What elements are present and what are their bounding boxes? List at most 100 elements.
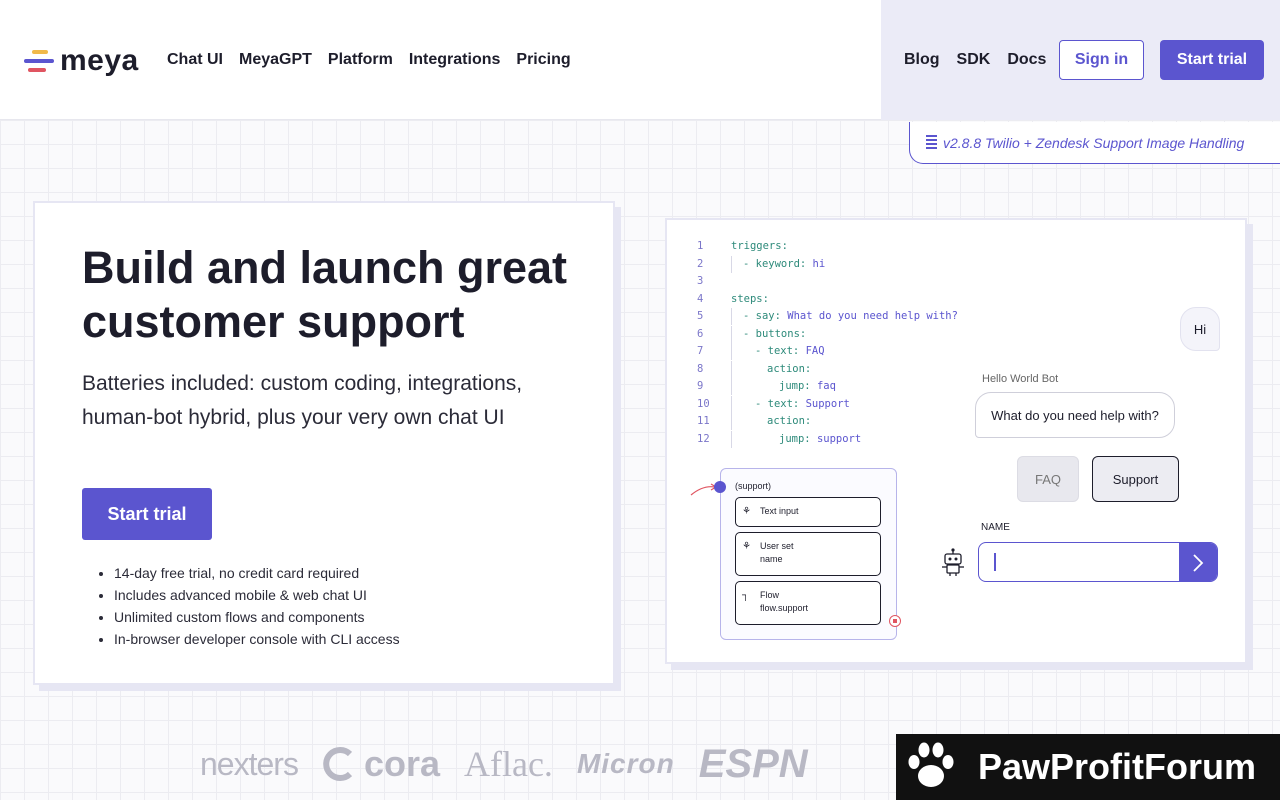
line-number: 8 [697,362,704,375]
code-key: - text: [755,345,800,357]
code-line: 10 - text: Support [697,395,958,414]
code-line: 9 jump: faq [697,378,958,396]
header-start-trial-button[interactable]: Start trial [1160,40,1264,80]
aux-nav: Blog SDK Docs [904,50,1046,70]
component-icon: ⚘ [742,541,751,552]
code-key: - keyword: [743,257,807,270]
code-key: jump: [779,380,811,392]
line-number: 11 [697,415,710,427]
release-banner[interactable]: v2.8.8 Twilio + Zendesk Support Image Ha… [909,122,1280,164]
code-line: 2 - keyword: hi [697,255,958,274]
list-item: 14-day free trial, no credit card requir… [114,562,400,584]
meya-logo[interactable]: meya [24,44,139,78]
list-item: In-browser developer console with CLI ac… [114,628,400,650]
flow-node-flow[interactable]: ┐ Flow flow.support [735,581,881,625]
code-line: 5 - say: What do you need help with? [697,308,958,326]
customer-logo-nexters: nexters [200,745,299,782]
flow-node-user-set[interactable]: ⚘ User set name [735,532,881,576]
code-key: action: [767,362,812,375]
code-line: 1 triggers: [697,238,958,256]
text-caret [994,553,996,571]
flow-title: (support) [735,481,772,491]
quick-reply-faq[interactable]: FAQ [1017,456,1079,502]
flow-node-label: User set [760,541,794,551]
watermark-banner: PawProfitForum [896,734,1280,800]
line-number: 10 [697,397,710,410]
code-editor: 1 triggers: 2 - keyword: hi 3 4 steps: 5 - sa… [697,238,958,448]
line-number: 3 [697,275,704,287]
code-value: FAQ [805,345,825,357]
flow-node-label: Flow [760,590,780,600]
line-number: 1 [697,240,704,252]
nav-chat-ui[interactable]: Chat UI [167,50,223,70]
code-value: hi [812,257,826,270]
line-number: 6 [697,327,704,340]
line-number: 4 [697,292,704,305]
flow-output-port [889,615,901,627]
component-icon: ⚘ [742,506,751,517]
customer-logo-aflac: Aflac. [463,744,553,784]
hero-lead: Batteries included: custom coding, integ… [82,372,523,429]
bot-name: Hello World Bot [982,373,1059,385]
flow-node-sub: flow.support [760,603,809,613]
user-message-bubble: Hi [1180,307,1220,351]
release-text: v2.8.8 Twilio + Zendesk Support Image Ha… [943,134,1245,151]
nav-blog[interactable]: Blog [904,50,940,70]
code-key: - text: [755,397,800,410]
paw-icon [908,742,954,787]
line-number: 5 [697,310,704,322]
bot-message-bubble: What do you need help with? [975,392,1175,438]
list-item: Unlimited custom flows and components [114,606,400,628]
customer-logo-micron: Micron [576,748,675,779]
code-line: 3 [697,273,958,291]
site-header: meya Chat UI MeyaGPT Platform Integratio… [0,0,1280,120]
cora-mark-icon [323,747,353,781]
customer-logo-cora: cora [322,743,440,785]
code-key: - say: [743,310,781,322]
code-line: 11 action: [697,413,958,431]
code-key: steps: [731,292,769,305]
robot-icon [942,548,964,576]
hero-start-trial-button[interactable]: Start trial [82,488,212,540]
nav-integrations[interactable]: Integrations [409,50,501,70]
code-line: 6 - buttons: [697,325,958,344]
code-key: action: [767,415,812,427]
logo-mark-icon [24,47,54,75]
document-icon [926,135,937,150]
code-line: 12 jump: support [697,430,958,449]
product-demo: 1 triggers: 2 - keyword: hi 3 4 steps: 5 - sa… [665,218,1247,664]
flow-node-sub: name [760,554,783,564]
logo-wordmark: meya [60,44,139,77]
code-value: What do you need help with? [787,310,958,322]
line-number: 2 [697,257,704,270]
customer-logos: nexters cora Aflac. Micron ESPN [200,740,832,788]
code-line: 4 steps: [697,291,958,309]
feature-list: 14-day free trial, no credit card requir… [114,562,400,650]
chevron-right-icon [1193,554,1204,572]
code-line: 7 - text: FAQ [697,343,958,361]
quick-reply-support[interactable]: Support [1092,456,1179,502]
hero-card: Build and launch great customer support … [33,201,615,685]
flow-input-port [714,481,726,493]
code-line: 8 action: [697,360,958,379]
send-button[interactable] [1179,543,1217,581]
flow-icon: ┐ [742,590,750,601]
line-number: 9 [697,380,704,392]
chat-input[interactable] [978,542,1218,582]
nav-docs[interactable]: Docs [1007,50,1046,70]
nav-meyagpt[interactable]: MeyaGPT [239,50,312,70]
nav-sdk[interactable]: SDK [957,50,991,70]
code-value: faq [816,380,836,392]
flow-node-text-input[interactable]: ⚘ Text input [735,497,881,527]
code-value: support [816,432,862,445]
code-key: - buttons: [743,327,807,340]
watermark-text: PawProfitForum [978,746,1257,787]
list-item: Includes advanced mobile & web chat UI [114,584,400,606]
line-number: 7 [697,345,704,357]
code-value: Support [805,397,850,410]
sign-in-button[interactable]: Sign in [1059,40,1144,80]
nav-pricing[interactable]: Pricing [516,50,570,70]
flow-diagram[interactable]: (support) ⚘ Text input ⚘ User set name ┐… [720,468,897,640]
code-key: jump: [779,432,811,445]
nav-platform[interactable]: Platform [328,50,393,70]
